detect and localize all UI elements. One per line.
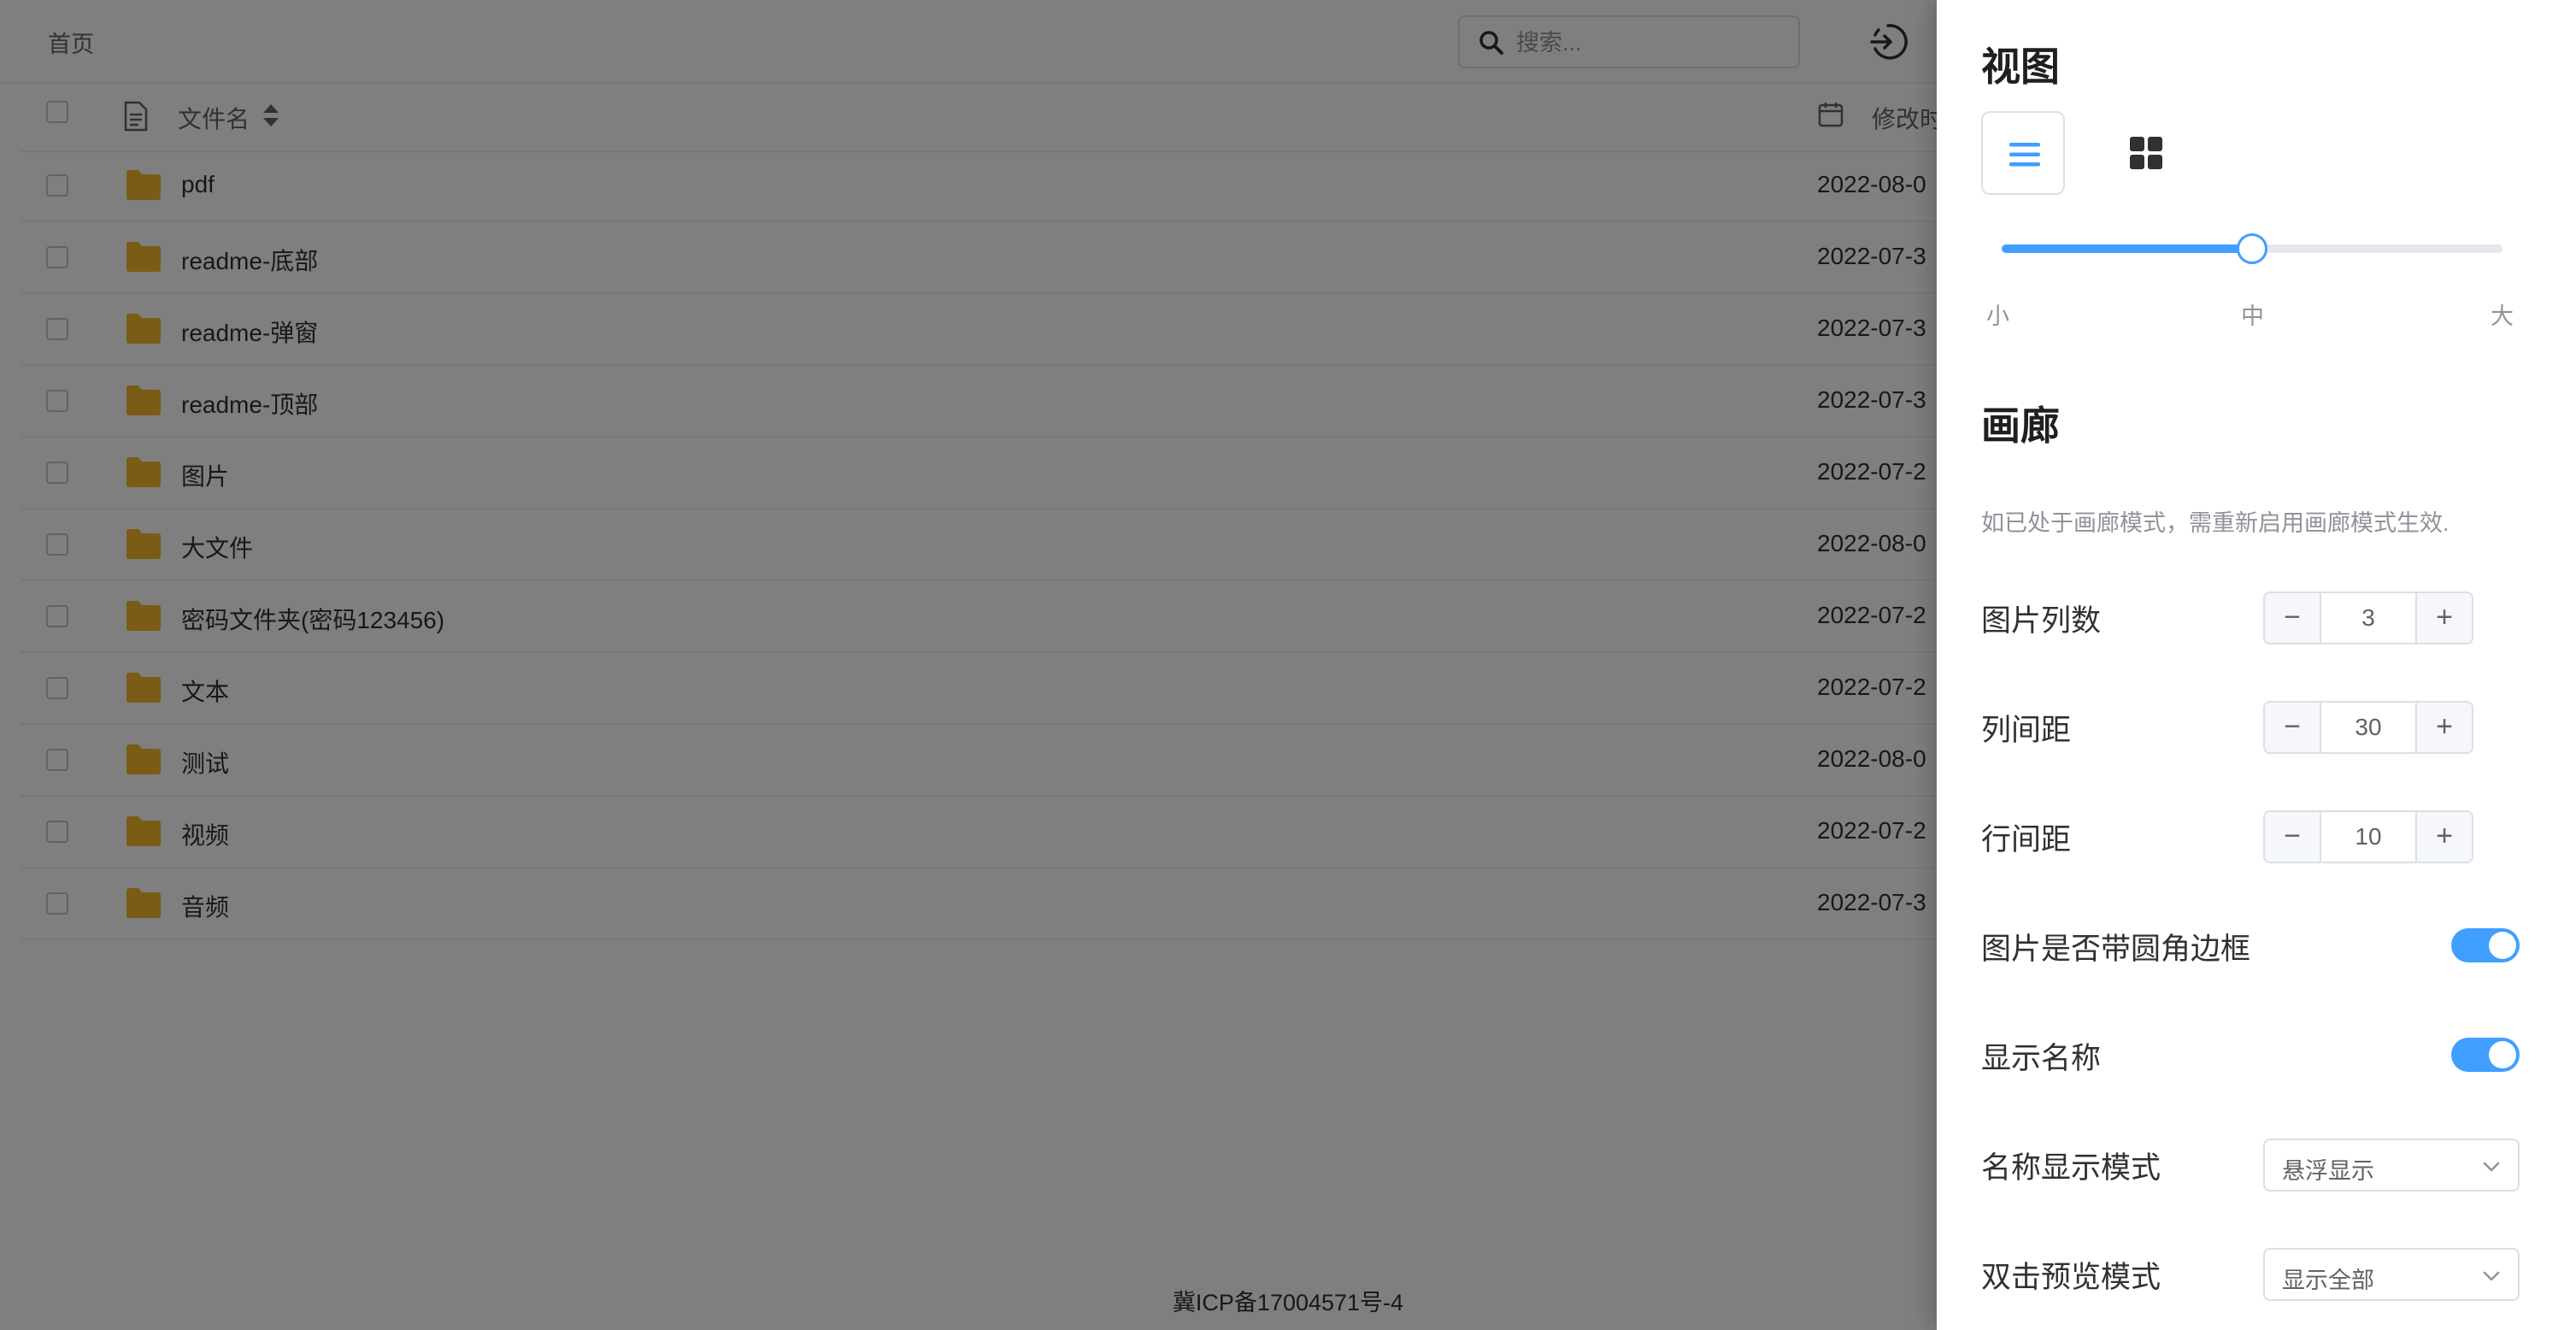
grid-view-button[interactable] [2104,111,2188,195]
dblclick-mode-value: 显示全部 [2282,1268,2374,1293]
size-slider-fill [2002,244,2252,253]
rounded-border-label: 图片是否带圆角边框 [1981,933,2251,966]
slider-label-medium: 中 [2241,303,2264,329]
name-mode-value: 悬浮显示 [2282,1158,2374,1184]
column-gap-value[interactable]: 30 [2321,703,2415,752]
grid-icon [2130,137,2162,169]
row-gap-increment-button[interactable]: + [2415,812,2472,862]
gallery-note: 如已处于画廊模式，需重新启用画廊模式生效. [1981,510,2450,536]
show-name-toggle[interactable] [2451,1038,2520,1072]
chevron-down-icon [2483,1271,2500,1281]
view-section-title: 视图 [1981,44,2060,89]
list-icon [2009,143,2040,167]
dblclick-mode-select[interactable]: 显示全部 [2263,1248,2520,1301]
column-gap-label: 列间距 [1981,714,2072,747]
row-gap-label: 行间距 [1981,823,2072,856]
toggle-knob [2489,932,2516,959]
slider-label-small: 小 [1986,303,2009,329]
rounded-border-toggle[interactable] [2451,928,2520,962]
name-mode-label: 名称显示模式 [1981,1151,2161,1185]
columns-label: 图片列数 [1981,604,2102,638]
columns-stepper[interactable]: − 3 + [2263,591,2473,644]
name-mode-select[interactable]: 悬浮显示 [2263,1139,2520,1192]
columns-increment-button[interactable]: + [2415,593,2472,643]
size-slider[interactable] [2002,233,2502,264]
chevron-down-icon [2483,1162,2500,1172]
column-gap-decrement-button[interactable]: − [2265,703,2321,752]
show-name-label: 显示名称 [1981,1042,2102,1075]
row-gap-stepper[interactable]: − 10 + [2263,810,2473,863]
dblclick-mode-label: 双击预览模式 [1981,1261,2161,1294]
size-slider-handle[interactable] [2237,233,2267,264]
slider-label-large: 大 [2491,303,2514,329]
column-gap-increment-button[interactable]: + [2415,703,2472,752]
toggle-knob [2489,1041,2516,1068]
row-gap-value[interactable]: 10 [2321,812,2415,862]
row-gap-decrement-button[interactable]: − [2265,812,2321,862]
columns-decrement-button[interactable]: − [2265,593,2321,643]
modal-overlay[interactable] [0,0,1937,1330]
columns-value[interactable]: 3 [2321,593,2415,643]
gallery-section-title: 画廊 [1981,403,2060,448]
column-gap-stepper[interactable]: − 30 + [2263,701,2473,754]
list-view-button[interactable] [1981,111,2065,195]
settings-drawer: 视图 小 中 大 画廊 如已处于画廊模式，需重新启用画廊模式生效. 图片列数 −… [1937,0,2576,1330]
